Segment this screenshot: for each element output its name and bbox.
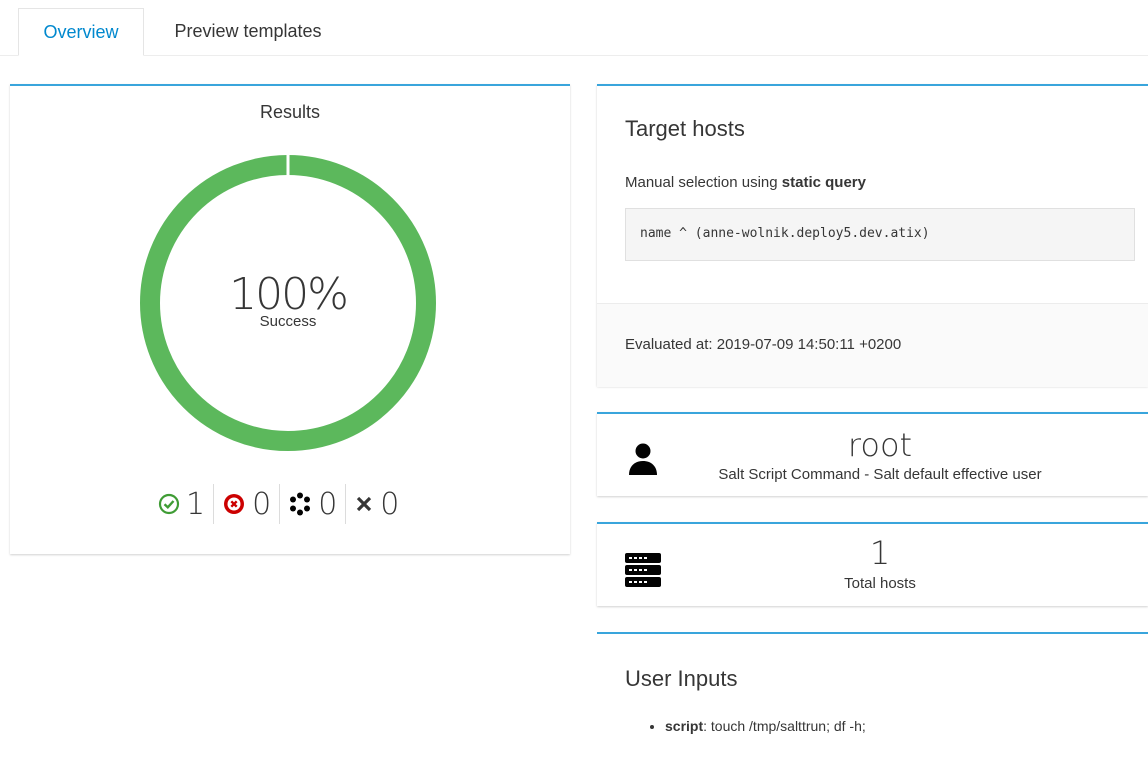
- stat-cancelled[interactable]: 0: [346, 484, 407, 524]
- results-title: Results: [259, 102, 321, 122]
- tab-overview[interactable]: Overview: [18, 8, 144, 56]
- user-name: root: [847, 426, 913, 464]
- stat-cancelled-count: 0: [380, 486, 400, 522]
- query-text: name ^ (anne-wolnik.deploy5.dev.atix): [640, 226, 930, 241]
- user-inputs-title: User Inputs: [625, 666, 738, 691]
- stat-pending[interactable]: 0: [280, 484, 347, 524]
- tab-preview-templates[interactable]: Preview templates: [146, 8, 350, 55]
- effective-user-card: root Salt Script Command - Salt default …: [597, 412, 1148, 496]
- evaluated-at: Evaluated at: 2019-07-09 14:50:11 +0200: [625, 336, 902, 353]
- stat-failed-count: 0: [252, 486, 272, 522]
- user-description: Salt Script Command - Salt default effec…: [718, 466, 1042, 483]
- target-hosts-card: Target hosts Manual selection using stat…: [597, 84, 1148, 387]
- query-box: name ^ (anne-wolnik.deploy5.dev.atix): [625, 208, 1135, 261]
- target-description-text: Manual selection using: [625, 174, 782, 191]
- user-input-item: script: touch /tmp/salttrun; df -h;: [665, 718, 866, 734]
- check-circle-icon: [158, 493, 180, 515]
- results-stats: 1 0 0 0: [150, 484, 407, 524]
- total-hosts-label: Total hosts: [844, 575, 916, 592]
- target-hosts-title: Target hosts: [625, 116, 745, 141]
- target-footer: Evaluated at: 2019-07-09 14:50:11 +0200: [597, 303, 1148, 387]
- user-input-key: script: [665, 718, 704, 734]
- spinner-icon: [288, 492, 312, 516]
- times-circle-icon: [222, 492, 246, 516]
- results-card: Results 100% Success 1 0 0 0: [10, 84, 570, 554]
- close-icon: [354, 494, 374, 514]
- tab-bar: Overview Preview templates: [0, 0, 1148, 56]
- user-inputs-card: User Inputs script: touch /tmp/salttrun;…: [597, 632, 1148, 781]
- stat-success-count: 1: [186, 486, 206, 522]
- target-description-bold: static query: [781, 174, 866, 191]
- stat-success[interactable]: 1: [150, 484, 215, 524]
- user-inputs-list: script: touch /tmp/salttrun; df -h;: [625, 718, 866, 734]
- success-label: Success: [259, 313, 317, 330]
- target-description: Manual selection using static query: [625, 174, 866, 191]
- total-hosts-card: 1 Total hosts: [597, 522, 1148, 606]
- success-donut-chart: 100% Success: [138, 153, 438, 453]
- total-hosts-count: 1: [869, 534, 891, 572]
- user-input-value: : touch /tmp/salttrun; df -h;: [703, 718, 866, 734]
- stat-pending-count: 0: [318, 486, 338, 522]
- stat-failed[interactable]: 0: [214, 484, 281, 524]
